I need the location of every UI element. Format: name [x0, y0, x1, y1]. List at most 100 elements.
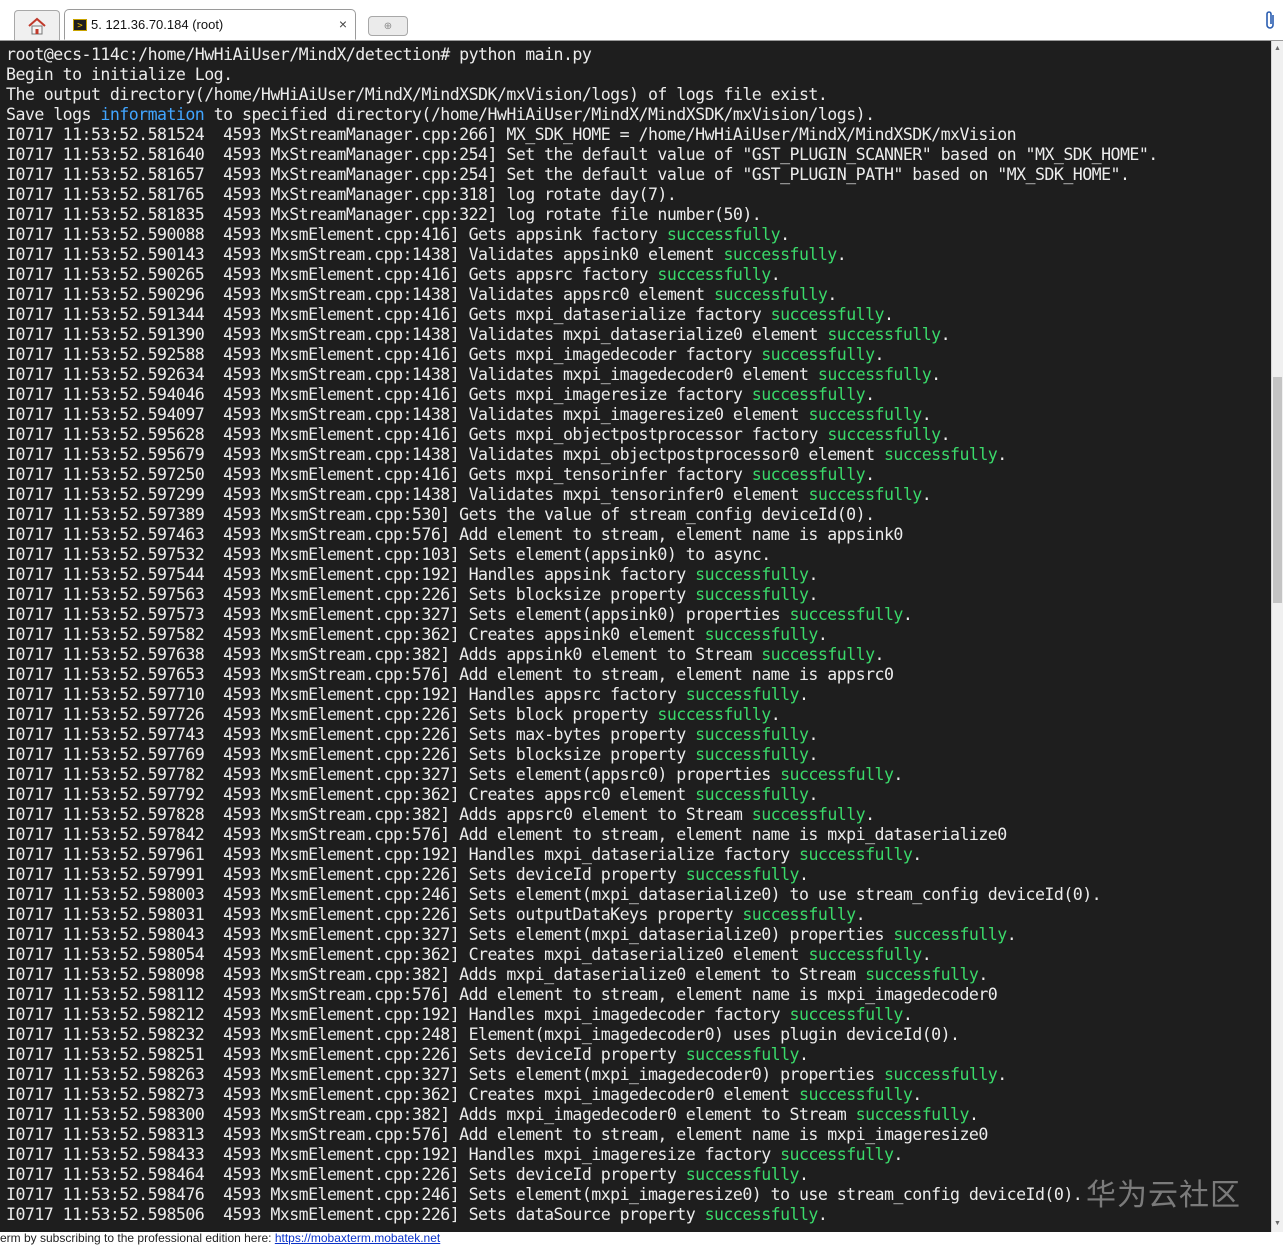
line-text: I0717 11:53:52.598043 4593 MxsmElement.c…: [6, 925, 894, 944]
line-text: I0717 11:53:52.581657 4593 MxStreamManag…: [6, 165, 1130, 184]
line-text: .: [780, 225, 790, 244]
terminal-line: I0717 11:53:52.590088 4593 MxsmElement.c…: [6, 225, 1158, 245]
line-text: I0717 11:53:52.591344 4593 MxsmElement.c…: [6, 305, 771, 324]
terminal-line: I0717 11:53:52.598300 4593 MxsmStream.cp…: [6, 1105, 1158, 1125]
success-keyword: successfully: [799, 1085, 913, 1104]
line-text: I0717 11:53:52.590265 4593 MxsmElement.c…: [6, 265, 658, 284]
terminal-line: I0717 11:53:52.595679 4593 MxsmStream.cp…: [6, 445, 1158, 465]
success-keyword: successfully: [685, 865, 800, 884]
line-text: I0717 11:53:52.597743 4593 MxsmElement.c…: [6, 725, 696, 744]
success-keyword: successfully: [827, 425, 941, 444]
success-keyword: successfully: [704, 1205, 819, 1224]
terminal-line: I0717 11:53:52.597726 4593 MxsmElement.c…: [6, 705, 1158, 725]
upgrade-link[interactable]: https://mobaxterm.mobatek.net: [275, 1232, 440, 1245]
line-text: .: [799, 865, 809, 884]
tab-session[interactable]: > 5. 121.36.70.184 (root) ×: [64, 9, 356, 40]
scroll-up-icon[interactable]: ▲: [1272, 43, 1283, 55]
success-keyword: successfully: [695, 585, 809, 604]
line-text: I0717 11:53:52.597582 4593 MxsmElement.c…: [6, 625, 705, 644]
close-icon[interactable]: ×: [339, 16, 347, 32]
line-text: The output directory(/home/HwHiAiUser/Mi…: [6, 85, 828, 104]
line-text: I0717 11:53:52.597726 4593 MxsmElement.c…: [6, 705, 658, 724]
line-text: I0717 11:53:52.598031 4593 MxsmElement.c…: [6, 905, 743, 924]
home-tab[interactable]: [14, 10, 60, 40]
terminal-line: root@ecs-114c:/home/HwHiAiUser/MindX/det…: [6, 45, 1158, 65]
line-text: .: [836, 245, 847, 264]
line-text: .: [902, 1005, 913, 1024]
line-text: .: [808, 585, 818, 604]
line-text: I0717 11:53:52.597573 4593 MxsmElement.c…: [6, 605, 790, 624]
scrollbar-thumb[interactable]: [1273, 377, 1282, 603]
line-text: I0717 11:53:52.592588 4593 MxsmElement.c…: [6, 345, 762, 364]
status-bar: erm by subscribing to the professional e…: [0, 1232, 1283, 1245]
terminal-line: I0717 11:53:52.598313 4593 MxsmStream.cp…: [6, 1125, 1158, 1145]
success-keyword: successfully: [808, 485, 922, 504]
new-tab-button[interactable]: ⊕: [368, 16, 408, 36]
vertical-scrollbar[interactable]: ▲ ▼: [1271, 41, 1283, 1232]
success-keyword: successfully: [685, 1165, 800, 1184]
line-text: .: [865, 465, 875, 484]
info-keyword: information: [100, 105, 205, 124]
line-text: .: [940, 325, 951, 344]
line-text: I0717 11:53:52.591390 4593 MxsmStream.cp…: [6, 325, 828, 344]
terminal-line: I0717 11:53:52.595628 4593 MxsmElement.c…: [6, 425, 1158, 445]
line-text: I0717 11:53:52.590143 4593 MxsmStream.cp…: [6, 245, 724, 264]
terminal-line: I0717 11:53:52.591390 4593 MxsmStream.cp…: [6, 325, 1158, 345]
line-text: Begin to initialize Log.: [6, 65, 233, 84]
line-text: I0717 11:53:52.590296 4593 MxsmStream.cp…: [6, 285, 715, 304]
line-text: I0717 11:53:52.598433 4593 MxsmElement.c…: [6, 1145, 781, 1164]
success-keyword: successfully: [780, 765, 894, 784]
terminal-line: I0717 11:53:52.592588 4593 MxsmElement.c…: [6, 345, 1158, 365]
success-keyword: successfully: [751, 465, 866, 484]
line-text: I0717 11:53:52.598273 4593 MxsmElement.c…: [6, 1085, 799, 1104]
paperclip-icon[interactable]: [1263, 10, 1277, 35]
line-text: I0717 11:53:52.597792 4593 MxsmElement.c…: [6, 785, 696, 804]
line-text: .: [968, 1105, 979, 1124]
line-text: I0717 11:53:52.597299 4593 MxsmStream.cp…: [6, 485, 809, 504]
line-text: I0717 11:53:52.598112 4593 MxsmStream.cp…: [6, 985, 998, 1004]
terminal-line: I0717 11:53:52.597769 4593 MxsmElement.c…: [6, 745, 1158, 765]
line-text: I0717 11:53:52.597710 4593 MxsmElement.c…: [6, 685, 686, 704]
terminal-line: I0717 11:53:52.590143 4593 MxsmStream.cp…: [6, 245, 1158, 265]
terminal-line: I0717 11:53:52.598098 4593 MxsmStream.cp…: [6, 965, 1158, 985]
success-keyword: successfully: [751, 805, 866, 824]
terminal-line: I0717 11:53:52.598506 4593 MxsmElement.c…: [6, 1205, 1158, 1225]
line-text: I0717 11:53:52.597961 4593 MxsmElement.c…: [6, 845, 799, 864]
line-text: .: [817, 1205, 828, 1224]
line-text: I0717 11:53:52.592634 4593 MxsmStream.cp…: [6, 365, 818, 384]
terminal-line: I0717 11:53:52.597299 4593 MxsmStream.cp…: [6, 485, 1158, 505]
terminal-output[interactable]: root@ecs-114c:/home/HwHiAiUser/MindX/det…: [0, 41, 1271, 1232]
plus-icon: ⊕: [383, 20, 393, 32]
line-text: .: [817, 625, 828, 644]
terminal-line: I0717 11:53:52.581640 4593 MxStreamManag…: [6, 145, 1158, 165]
line-text: I0717 11:53:52.597463 4593 MxsmStream.cp…: [6, 525, 903, 544]
terminal-line: I0717 11:53:52.598054 4593 MxsmElement.c…: [6, 945, 1158, 965]
terminal-line: I0717 11:53:52.597710 4593 MxsmElement.c…: [6, 685, 1158, 705]
line-text: I0717 11:53:52.597653 4593 MxsmStream.cp…: [6, 665, 894, 684]
terminal-line: I0717 11:53:52.597250 4593 MxsmElement.c…: [6, 465, 1158, 485]
line-text: .: [912, 845, 922, 864]
line-text: .: [921, 405, 932, 424]
terminal-line: I0717 11:53:52.598031 4593 MxsmElement.c…: [6, 905, 1158, 925]
line-text: .: [865, 805, 875, 824]
terminal-line: I0717 11:53:52.598273 4593 MxsmElement.c…: [6, 1085, 1158, 1105]
success-keyword: successfully: [657, 705, 771, 724]
success-keyword: successfully: [780, 1145, 894, 1164]
terminal-line: I0717 11:53:52.581835 4593 MxStreamManag…: [6, 205, 1158, 225]
success-keyword: successfully: [817, 365, 932, 384]
terminal-line: I0717 11:53:52.597638 4593 MxsmStream.cp…: [6, 645, 1158, 665]
line-text: .: [997, 1065, 1007, 1084]
terminal-line: I0717 11:53:52.597573 4593 MxsmElement.c…: [6, 605, 1158, 625]
success-keyword: successfully: [685, 685, 800, 704]
line-text: I0717 11:53:52.597769 4593 MxsmElement.c…: [6, 745, 696, 764]
terminal-line: Begin to initialize Log.: [6, 65, 1158, 85]
scroll-down-icon[interactable]: ▼: [1272, 1218, 1283, 1230]
line-text: .: [893, 1145, 903, 1164]
line-text: .: [855, 905, 866, 924]
line-text: .: [874, 345, 885, 364]
terminal-line: I0717 11:53:52.597842 4593 MxsmStream.cp…: [6, 825, 1158, 845]
terminal-line: I0717 11:53:52.591344 4593 MxsmElement.c…: [6, 305, 1158, 325]
terminal-line: I0717 11:53:52.597463 4593 MxsmStream.cp…: [6, 525, 1158, 545]
line-text: I0717 11:53:52.581524 4593 MxStreamManag…: [6, 125, 1017, 144]
success-keyword: successfully: [789, 1005, 904, 1024]
